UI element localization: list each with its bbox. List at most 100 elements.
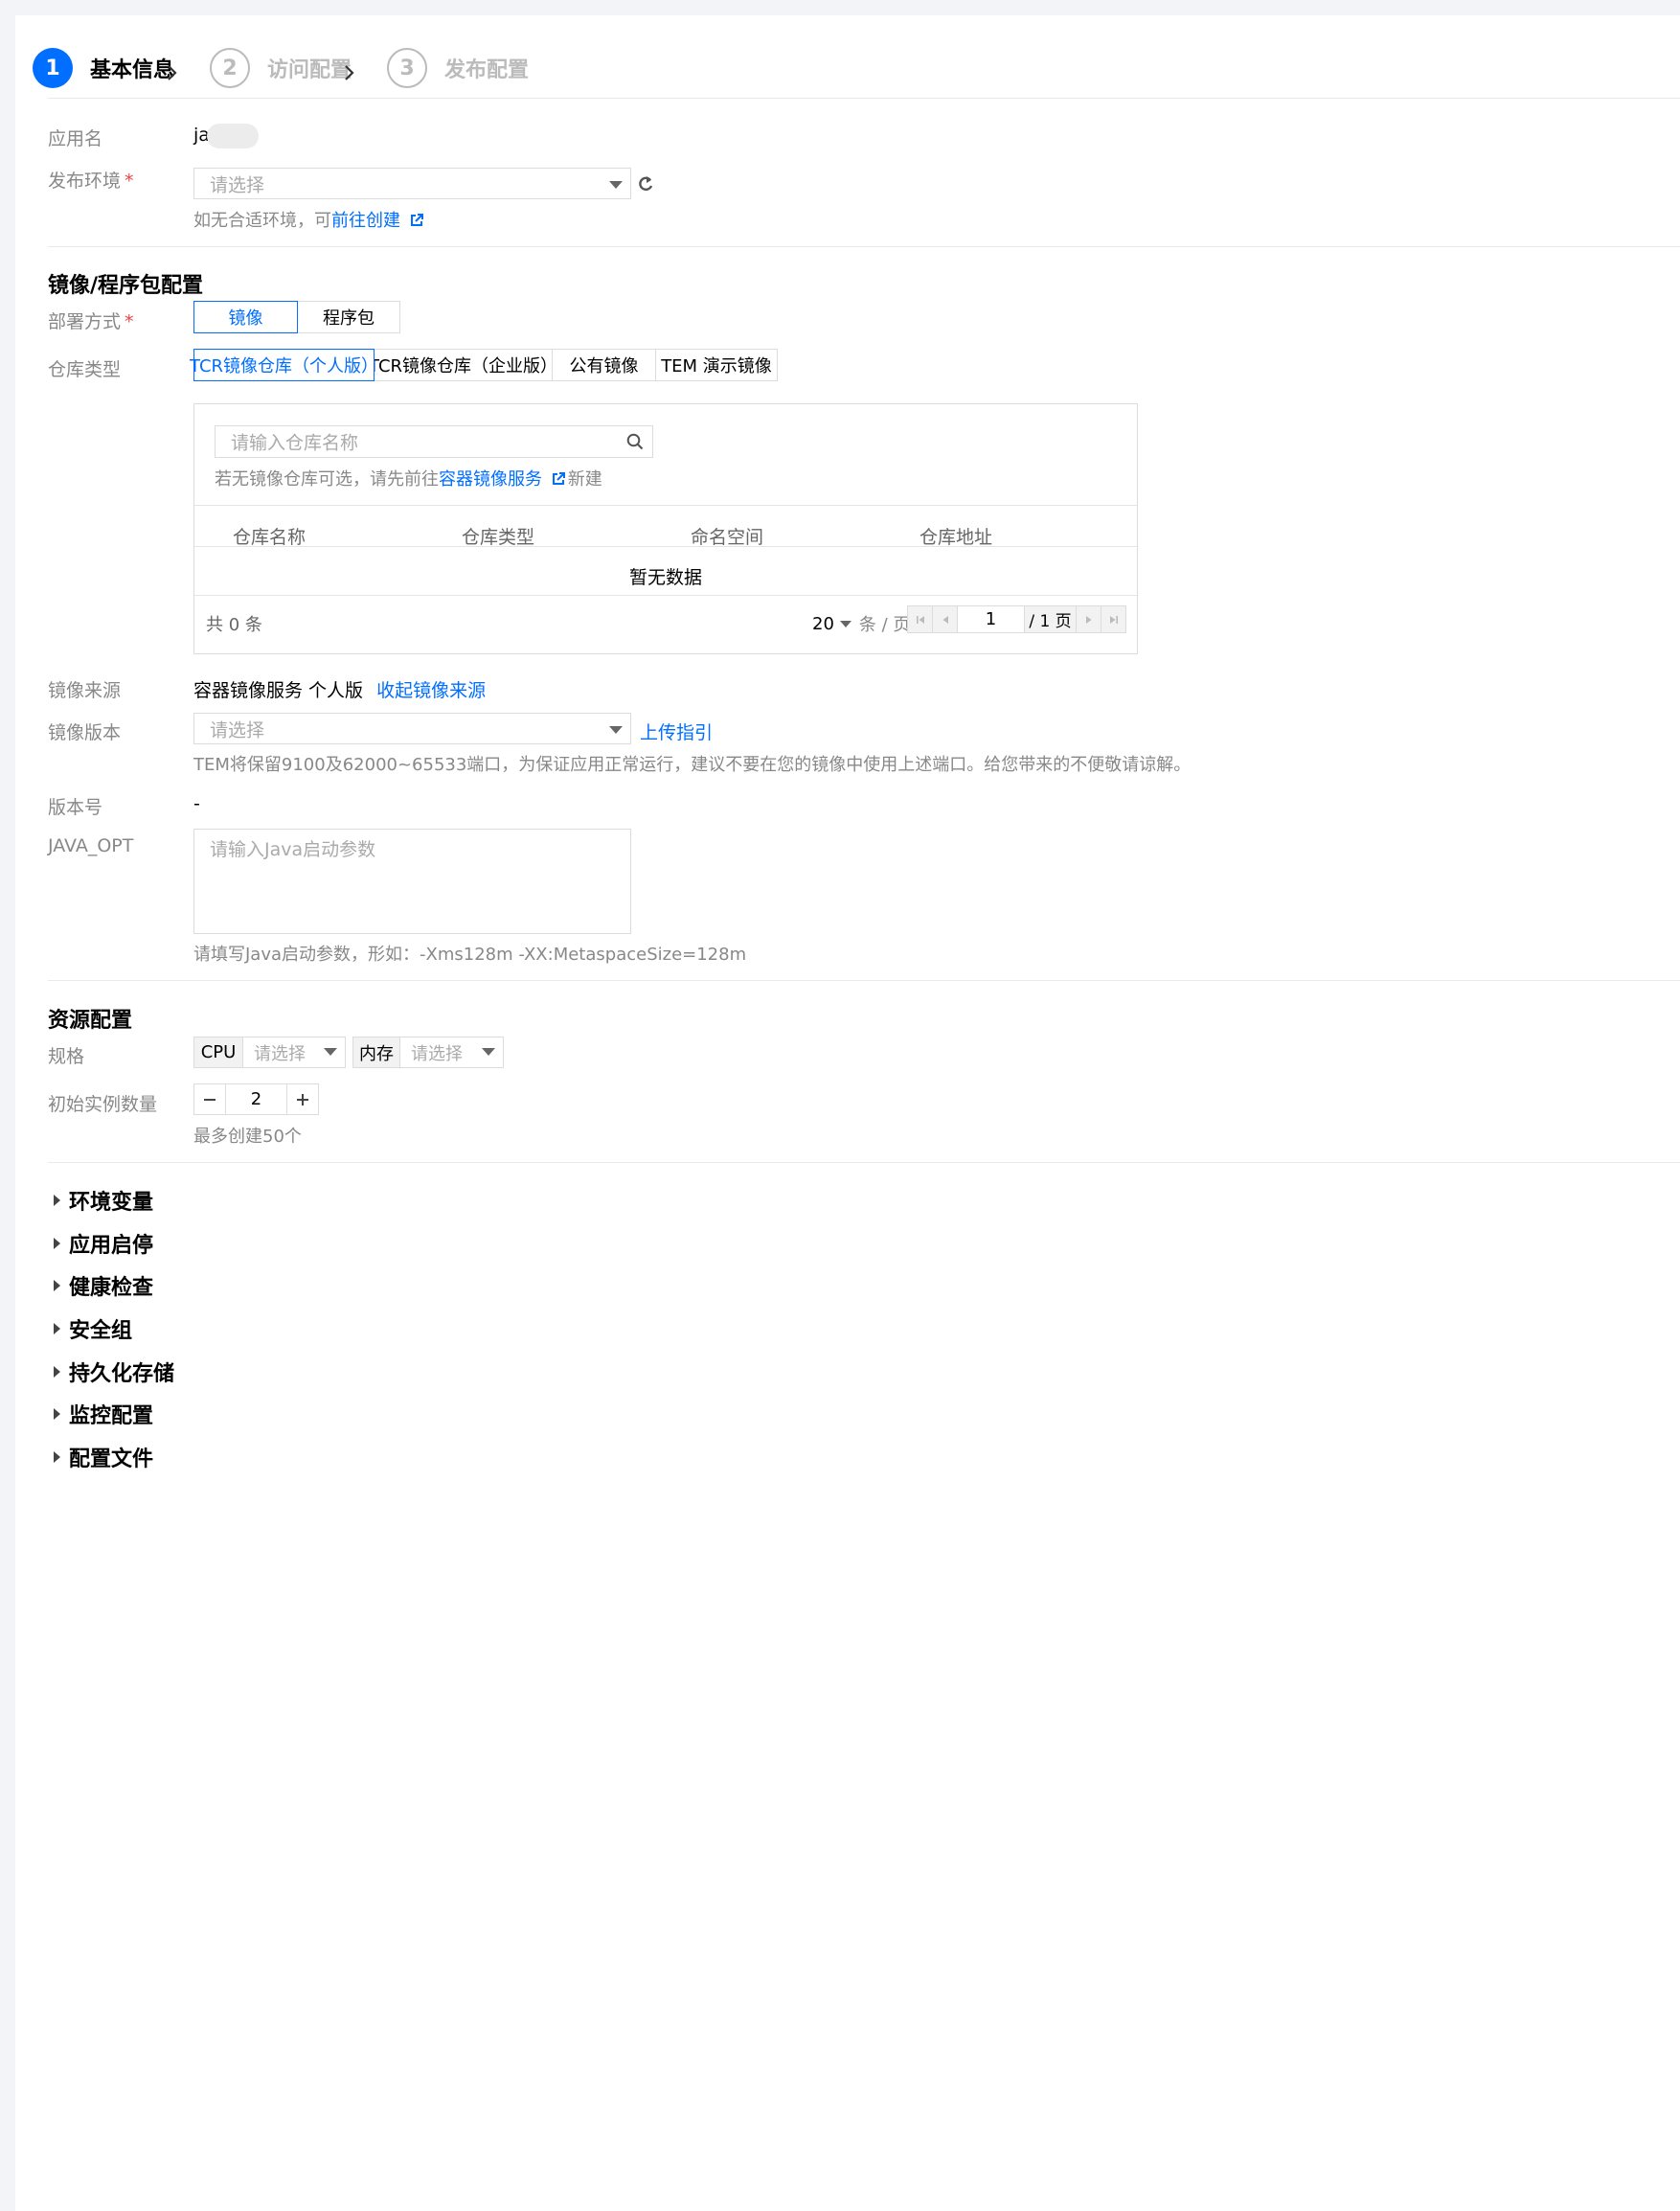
- java-opt-label: JAVA_OPT: [48, 835, 134, 856]
- cpu-addon-label: CPU: [194, 1037, 243, 1067]
- table-divider: [194, 595, 1137, 596]
- expand-triangle-icon: [54, 1408, 60, 1420]
- env-label: 发布环境 *: [48, 171, 134, 192]
- env-select[interactable]: 请选择: [193, 168, 631, 199]
- step-number: 3: [387, 48, 427, 88]
- version-number-label: 版本号: [48, 797, 103, 818]
- col-header-repo-name: 仓库名称: [233, 527, 306, 548]
- last-page-button[interactable]: [1101, 605, 1126, 633]
- total-pages: / 1 页: [1024, 605, 1077, 633]
- page-size-select[interactable]: 20 条 / 页: [812, 611, 910, 636]
- create-env-link[interactable]: 前往创建: [331, 211, 400, 231]
- instances-input[interactable]: 2: [226, 1084, 286, 1114]
- image-section-title: 镜像/程序包配置: [48, 274, 204, 298]
- external-link-icon: [410, 214, 423, 226]
- expand-triangle-icon: [54, 1238, 60, 1249]
- app-start-stop-section[interactable]: 应用启停: [54, 1228, 153, 1259]
- expand-triangle-icon: [54, 1451, 60, 1463]
- spec-label: 规格: [48, 1046, 85, 1067]
- search-icon[interactable]: [626, 433, 644, 450]
- collapse-source-link[interactable]: 收起镜像来源: [376, 680, 486, 701]
- env-hint: 如无合适环境，可前往创建: [193, 207, 423, 232]
- instances-stepper: 2: [193, 1083, 319, 1115]
- cpu-select[interactable]: CPU 请选择: [193, 1037, 346, 1068]
- step-basic-info[interactable]: 1 基本信息: [33, 48, 174, 88]
- repo-tem-demo-option[interactable]: TEM 演示镜像: [655, 349, 778, 381]
- repo-tcr-enterprise-option[interactable]: TCR镜像仓库（企业版）: [369, 349, 557, 381]
- page-number-input[interactable]: 1: [957, 605, 1025, 633]
- external-link-icon: [552, 472, 565, 485]
- step-label: 访问配置: [267, 58, 352, 82]
- chevron-right-icon: [345, 65, 354, 80]
- image-version-select[interactable]: 请选择: [193, 713, 631, 744]
- image-source-value: 容器镜像服务 个人版 收起镜像来源: [193, 680, 487, 701]
- col-header-repo-type: 仓库类型: [462, 527, 535, 548]
- first-page-icon: [916, 615, 924, 624]
- increment-button[interactable]: [286, 1084, 318, 1114]
- next-page-icon: [1085, 615, 1091, 624]
- divider: [48, 1162, 1680, 1163]
- security-group-section[interactable]: 安全组: [54, 1313, 132, 1344]
- java-opt-textarea[interactable]: 请输入Java启动参数: [193, 829, 631, 934]
- table-divider: [194, 505, 1137, 506]
- memory-select[interactable]: 内存 请选择: [352, 1037, 504, 1068]
- caret-down-icon: [839, 620, 851, 627]
- plus-icon: [297, 1093, 308, 1106]
- col-header-namespace: 命名空间: [691, 527, 764, 548]
- expand-triangle-icon: [54, 1323, 60, 1334]
- divider: [48, 980, 1680, 981]
- repo-public-option[interactable]: 公有镜像: [552, 349, 656, 381]
- col-header-repo-address: 仓库地址: [919, 527, 993, 548]
- divider: [48, 98, 1680, 99]
- deploy-image-option[interactable]: 镜像: [193, 301, 298, 333]
- step-access-config[interactable]: 2 访问配置: [210, 48, 352, 88]
- memory-addon-label: 内存: [353, 1037, 400, 1067]
- step-label: 基本信息: [90, 58, 175, 82]
- prev-page-icon: [942, 615, 948, 624]
- instances-label: 初始实例数量: [48, 1094, 158, 1115]
- port-notice: TEM将保留9100及62000~65533端口，为保证应用正常运行，建议不要在…: [193, 755, 1192, 775]
- table-divider: [194, 546, 1137, 547]
- minus-icon: [204, 1098, 216, 1101]
- repo-search-input[interactable]: 请输入仓库名称: [215, 425, 653, 458]
- chevron-right-icon: [168, 65, 177, 80]
- redacted-blur: [207, 124, 259, 148]
- first-page-button[interactable]: [907, 605, 933, 633]
- total-count: 共 0 条: [206, 615, 262, 635]
- deploy-package-option[interactable]: 程序包: [297, 301, 400, 333]
- image-source-label: 镜像来源: [48, 680, 122, 701]
- upload-guide-link[interactable]: 上传指引: [640, 718, 713, 744]
- caret-down-icon: [609, 181, 623, 189]
- expand-triangle-icon: [54, 1366, 60, 1378]
- caret-down-icon: [324, 1048, 337, 1056]
- java-opt-hint: 请填写Java启动参数，形如：-Xms128m -XX:MetaspaceSiz…: [193, 945, 747, 965]
- monitoring-config-section[interactable]: 监控配置: [54, 1399, 153, 1429]
- health-check-section[interactable]: 健康检查: [54, 1270, 153, 1301]
- env-vars-section[interactable]: 环境变量: [54, 1185, 153, 1216]
- expand-triangle-icon: [54, 1280, 60, 1291]
- decrement-button[interactable]: [194, 1084, 226, 1114]
- persistent-storage-section[interactable]: 持久化存储: [54, 1356, 174, 1387]
- step-number: 2: [210, 48, 250, 88]
- expand-triangle-icon: [54, 1195, 60, 1206]
- repo-panel: 请输入仓库名称 若无镜像仓库可选，请先前往容器镜像服务 新建 仓库名称 仓库类型…: [193, 403, 1138, 654]
- prev-page-button[interactable]: [932, 605, 958, 633]
- divider: [48, 246, 1680, 247]
- resource-section-title: 资源配置: [48, 1009, 133, 1033]
- repo-hint: 若无镜像仓库可选，请先前往容器镜像服务 新建: [215, 469, 602, 490]
- create-app-form: 1 基本信息 2 访问配置 3 发布配置 应用名 ja 发布环境 * 请选择 如无…: [15, 15, 1680, 2211]
- step-number: 1: [33, 48, 73, 88]
- deploy-method-label: 部署方式 *: [48, 311, 134, 332]
- refresh-icon[interactable]: [637, 174, 654, 194]
- config-files-section[interactable]: 配置文件: [54, 1442, 153, 1472]
- repo-type-label: 仓库类型: [48, 359, 122, 380]
- step-label: 发布配置: [444, 58, 530, 82]
- container-registry-link[interactable]: 容器镜像服务: [439, 469, 542, 490]
- caret-down-icon: [609, 726, 623, 734]
- image-version-label: 镜像版本: [48, 722, 122, 743]
- repo-tcr-personal-option[interactable]: TCR镜像仓库（个人版）: [190, 349, 378, 381]
- next-page-button[interactable]: [1076, 605, 1101, 633]
- step-publish-config[interactable]: 3 发布配置: [387, 48, 529, 88]
- caret-down-icon: [482, 1048, 495, 1056]
- app-name-label: 应用名: [48, 128, 103, 149]
